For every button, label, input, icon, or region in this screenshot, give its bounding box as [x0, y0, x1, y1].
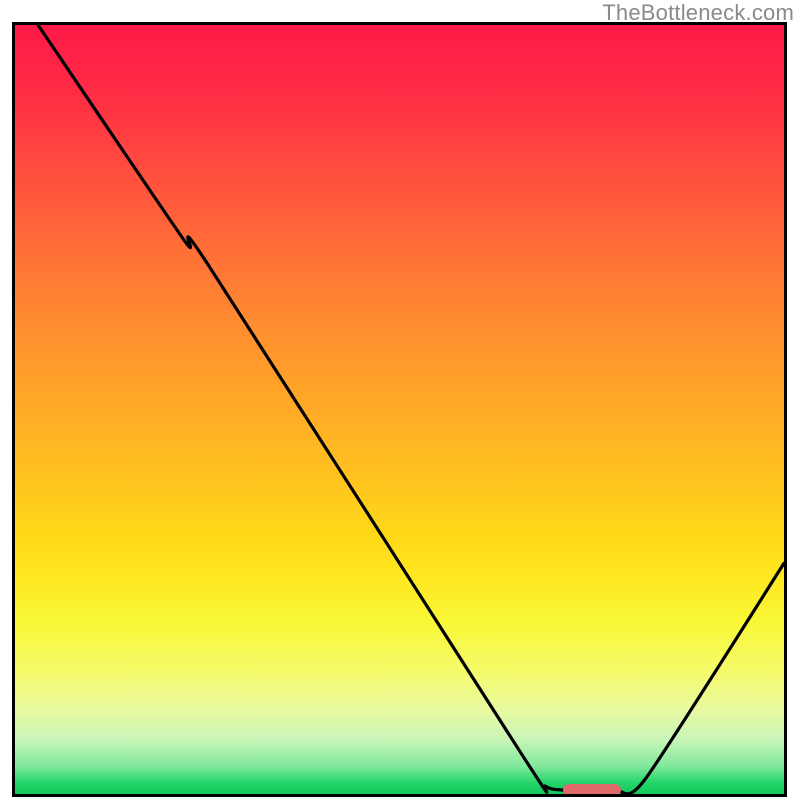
optimal-range-marker [563, 784, 621, 796]
chart-line-layer [15, 25, 784, 794]
chart-frame [12, 22, 787, 797]
bottleneck-curve [38, 25, 784, 794]
